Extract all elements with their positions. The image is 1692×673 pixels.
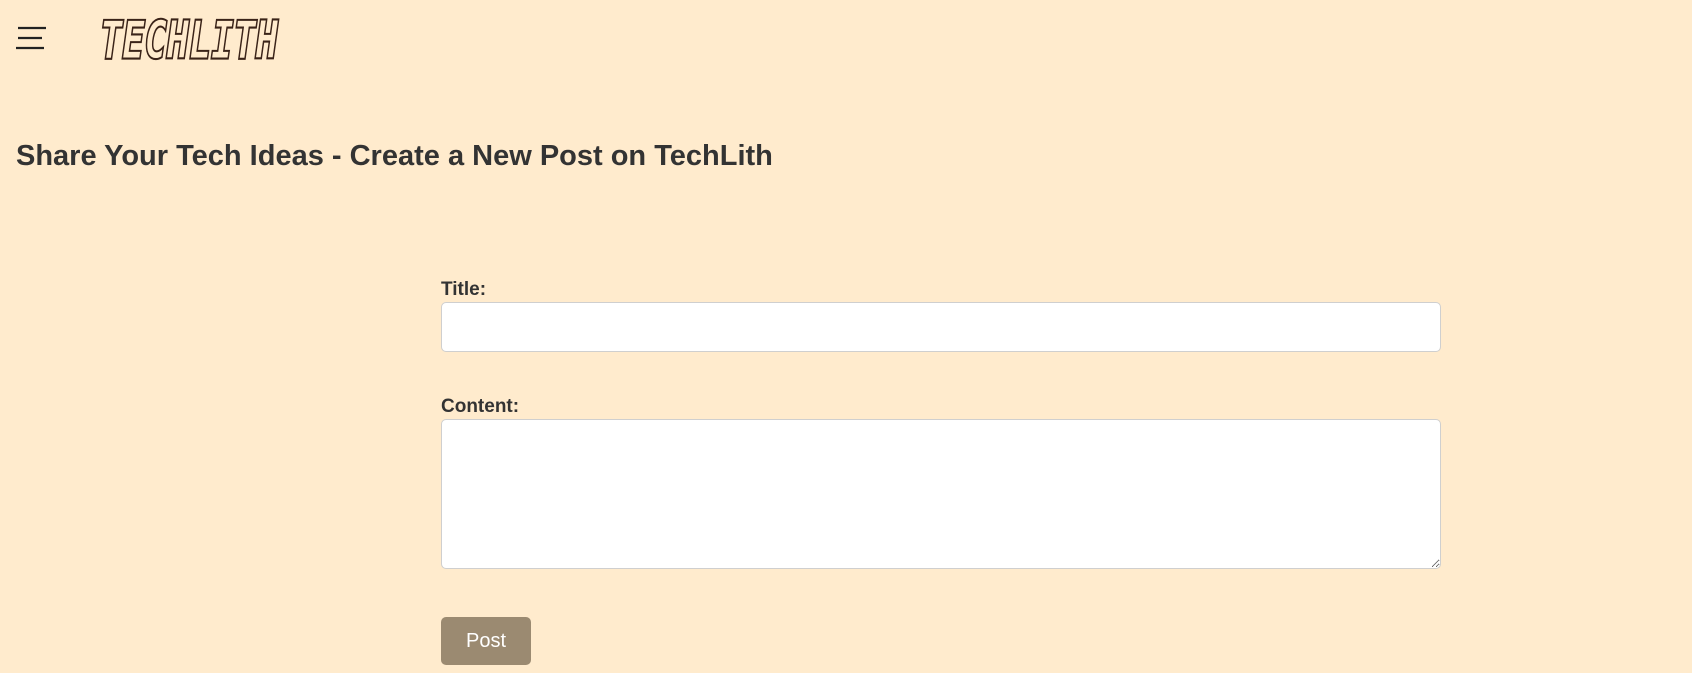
svg-text:TECHLITH: TECHLITH xyxy=(100,11,278,66)
content-textarea[interactable] xyxy=(441,419,1441,569)
page-title: Share Your Tech Ideas - Create a New Pos… xyxy=(16,140,773,172)
post-button[interactable]: Post xyxy=(441,617,531,665)
create-post-form: Title: Content: Post xyxy=(441,278,1441,665)
hamburger-menu-icon[interactable] xyxy=(14,22,50,54)
site-logo[interactable]: TECHLITH TECHLITH TECHLITH xyxy=(98,8,283,66)
content-label: Content: xyxy=(441,396,520,417)
site-header: TECHLITH TECHLITH TECHLITH xyxy=(0,0,1692,75)
title-input[interactable] xyxy=(441,302,1441,352)
title-label: Title: xyxy=(441,279,487,300)
